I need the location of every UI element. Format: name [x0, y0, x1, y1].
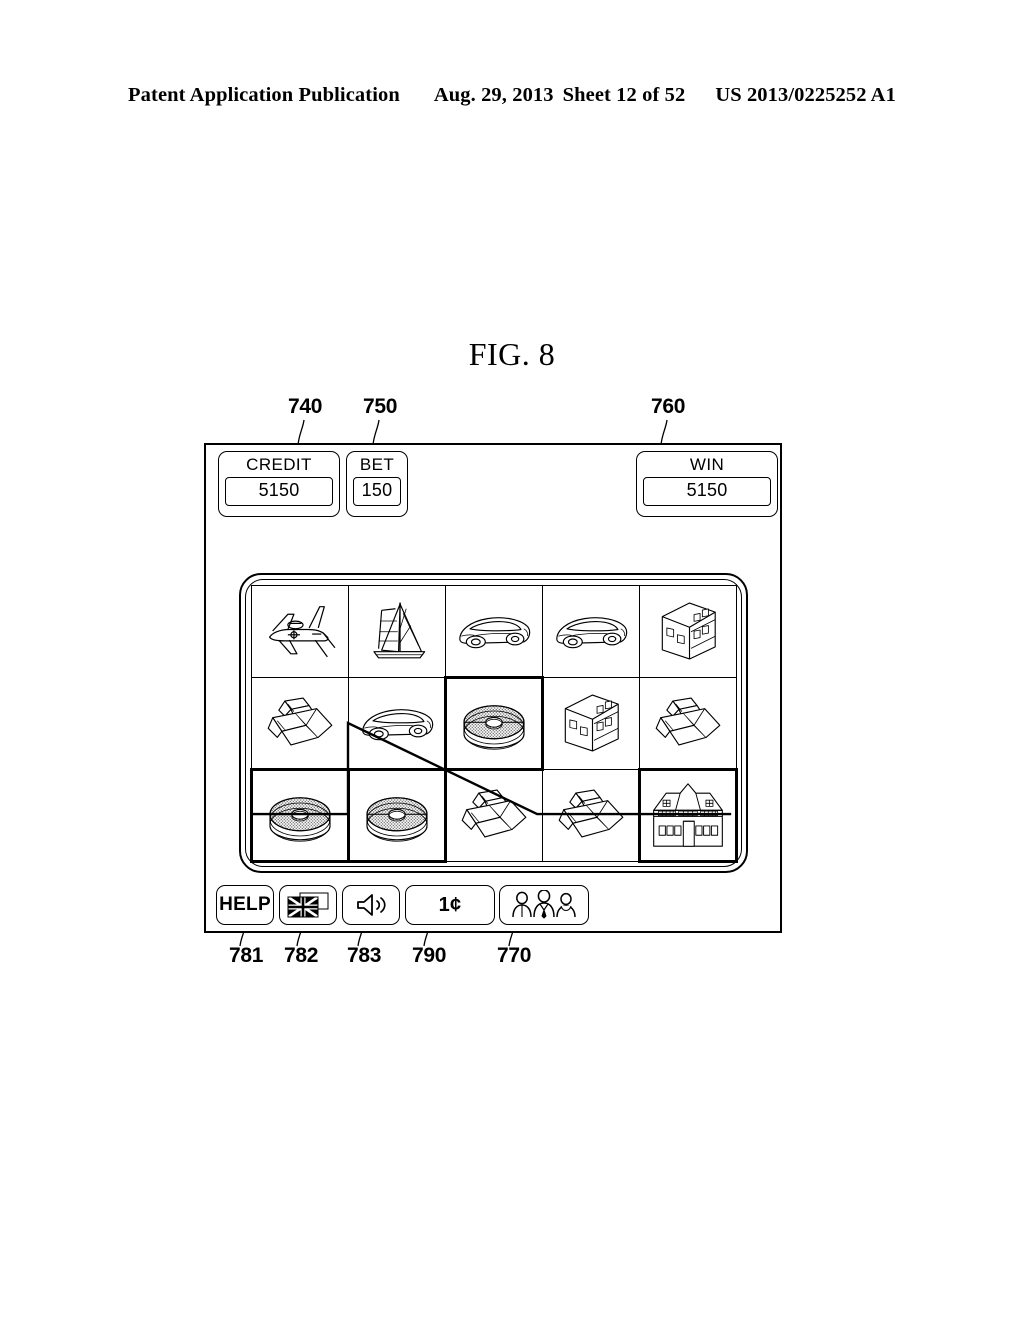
reel-cell-r1c2[interactable]: [347, 584, 446, 678]
building-icon: [564, 694, 619, 752]
gold-bars-icon: [461, 789, 526, 838]
win-meter-value: 5150: [643, 477, 771, 506]
uk-flag-icon: [287, 892, 329, 918]
coin-stack-icon: [268, 797, 331, 842]
gold-bars-icon: [558, 789, 623, 838]
reel-panel: [239, 573, 748, 873]
coin-stack-icon: [462, 705, 525, 750]
sports-car-icon: [458, 617, 530, 649]
airplane-icon: [268, 606, 335, 658]
header-sheet: Sheet 12 of 52: [562, 84, 686, 106]
help-button[interactable]: HELP: [216, 885, 274, 925]
reel-cell-r3c3[interactable]: [444, 768, 543, 862]
bet-meter-value: 150: [353, 477, 401, 506]
reel-cell-r3c1[interactable]: [249, 767, 350, 863]
reel-cell-r2c2[interactable]: [347, 676, 446, 770]
win-meter: WIN 5150: [636, 451, 778, 517]
help-button-label: HELP: [219, 894, 271, 915]
reel-cell-r1c5[interactable]: [638, 584, 737, 678]
reference-number-740: 740: [288, 395, 323, 418]
button-bar: HELP 1¢: [212, 882, 778, 929]
reel-cell-r2c3[interactable]: [443, 675, 544, 771]
building-icon: [661, 602, 716, 660]
gold-bars-icon: [655, 697, 720, 746]
reel-cell-r3c2[interactable]: [346, 767, 447, 863]
house-icon: [652, 783, 723, 847]
reel-cell-r2c4[interactable]: [541, 676, 640, 770]
reel-grid: [249, 584, 738, 863]
speaker-icon: [357, 894, 386, 916]
reel-panel-inner-border: [245, 579, 742, 867]
reel-cell-r1c1[interactable]: [250, 584, 349, 678]
header-patent-number: US 2013/0225252 A1: [715, 84, 896, 106]
reference-number-760: 760: [651, 395, 686, 418]
coin-stack-icon: [365, 797, 428, 842]
meter-row: CREDIT 5150 BET 150 WIN 5150: [212, 451, 778, 523]
reference-number-750: 750: [363, 395, 398, 418]
gold-bars-icon: [267, 697, 332, 746]
credit-meter-value: 5150: [225, 477, 333, 506]
language-button[interactable]: [279, 885, 337, 925]
bet-meter: BET 150: [346, 451, 408, 517]
win-meter-label: WIN: [689, 455, 725, 474]
players-button[interactable]: [499, 885, 589, 925]
sports-car-icon: [555, 617, 627, 649]
slot-machine-screen: CREDIT 5150 BET 150 WIN 5150 HELP 1¢: [204, 443, 782, 933]
header-publication: Patent Application Publication: [128, 84, 400, 106]
denomination-button[interactable]: 1¢: [405, 885, 495, 925]
reel-cell-r1c4[interactable]: [541, 584, 640, 678]
reel-cell-r3c5[interactable]: [637, 767, 738, 863]
reel-cell-r2c1[interactable]: [250, 676, 349, 770]
sailboat-icon: [372, 602, 425, 659]
three-people-icon: [512, 890, 576, 919]
reel-cell-r3c4[interactable]: [541, 768, 640, 862]
header-date: Aug. 29, 2013: [433, 84, 554, 106]
credit-meter-label: CREDIT: [246, 455, 312, 474]
credit-meter: CREDIT 5150: [218, 451, 340, 517]
sound-button[interactable]: [342, 885, 400, 925]
reel-cell-r2c5[interactable]: [638, 676, 737, 770]
bet-meter-label: BET: [359, 455, 395, 474]
denomination-button-label: 1¢: [438, 893, 462, 916]
reel-cell-r1c3[interactable]: [444, 584, 543, 678]
figure-title: FIG. 8: [468, 336, 556, 372]
patent-header: Patent Application Publication Aug. 29, …: [0, 84, 1024, 107]
sports-car-icon: [361, 709, 433, 741]
